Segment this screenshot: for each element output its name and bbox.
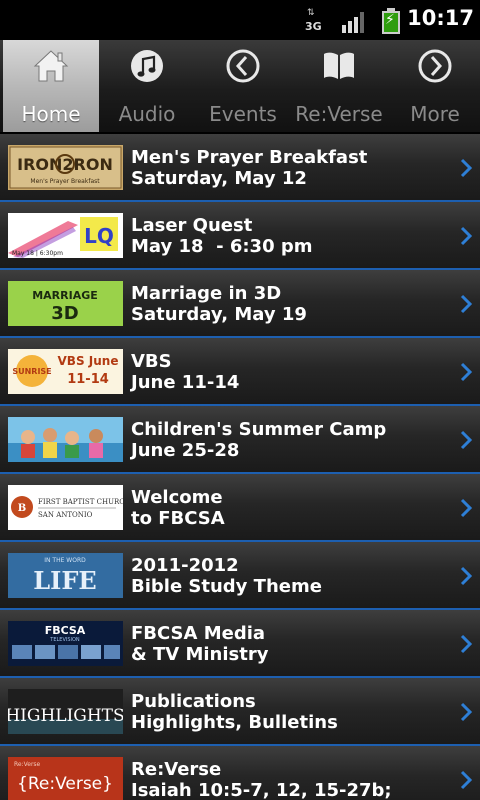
chevron-right-icon (460, 498, 472, 518)
svg-text:MARRIAGE: MARRIAGE (32, 289, 98, 302)
svg-text:Re:Verse: Re:Verse (14, 761, 41, 768)
tab-reverse-label: Re:Verse (295, 102, 383, 126)
list-item-publications[interactable]: HIGHLIGHTS Publications Highlights, Bull… (0, 678, 480, 746)
list-item-title: Children's Summer Camp June 25-28 (131, 419, 387, 461)
chevron-right-icon (460, 158, 472, 178)
tab-more-label: More (410, 102, 460, 126)
list-item-title: VBS June 11-14 (131, 351, 240, 393)
battery-charging-icon: ⚡ (382, 8, 400, 34)
list-item-vbs[interactable]: SUNRISE VBS June 11-14 VBS June 11-14 (0, 338, 480, 406)
svg-text:LQ: LQ (84, 224, 114, 248)
highlights-thumbnail: HIGHLIGHTS (8, 689, 123, 734)
svg-text:{Re:Verse}: {Re:Verse} (17, 774, 113, 794)
chevron-right-icon (460, 362, 472, 382)
summer-camp-thumbnail (8, 417, 123, 462)
list-item-fbcsa-media[interactable]: FBCSA TELEVISION FBCSA Media & TV Minist… (0, 610, 480, 678)
list-item-reverse[interactable]: Re:Verse {Re:Verse} Re:Verse Isaiah 10:5… (0, 746, 480, 800)
tab-events-label: Events (209, 102, 277, 126)
more-chevron-icon (418, 49, 452, 83)
svg-text:Men's Prayer Breakfast: Men's Prayer Breakfast (30, 178, 100, 185)
chevron-right-icon (460, 634, 472, 654)
life-theme-thumbnail: IN THE WORD LIFE (8, 553, 123, 598)
svg-text:B: B (18, 503, 26, 514)
tab-audio-label: Audio (118, 102, 176, 126)
list-item-title: FBCSA Media & TV Ministry (131, 623, 269, 665)
chevron-right-icon (460, 226, 472, 246)
clock-icon (226, 49, 260, 83)
list-item-title: Marriage in 3D Saturday, May 19 (131, 283, 307, 325)
list-item-mens-prayer-breakfast[interactable]: IRON2RON Men's Prayer Breakfast Men's Pr… (0, 134, 480, 202)
tab-bar: Home Audio Events Re:Verse More (0, 40, 480, 134)
laser-quest-thumbnail: LQ May 18 | 6:30pm (8, 213, 123, 258)
svg-text:VBS June: VBS June (58, 354, 119, 368)
event-list: IRON2RON Men's Prayer Breakfast Men's Pr… (0, 134, 480, 800)
signal-strength-icon (342, 11, 368, 33)
marriage-3d-thumbnail: MARRIAGE 3D (8, 281, 123, 326)
reverse-thumbnail: Re:Verse {Re:Verse} (8, 757, 123, 800)
status-time: 10:17 (407, 6, 474, 30)
svg-text:SAN ANTONIO: SAN ANTONIO (38, 511, 93, 519)
list-item-title: Publications Highlights, Bulletins (131, 691, 338, 733)
list-item-title: Laser Quest May 18 - 6:30 pm (131, 215, 313, 257)
tab-more[interactable]: More (387, 40, 480, 132)
list-item-laser-quest[interactable]: LQ May 18 | 6:30pm Laser Quest May 18 - … (0, 202, 480, 270)
svg-text:LIFE: LIFE (33, 566, 96, 595)
tab-home[interactable]: Home (3, 40, 99, 132)
book-icon (324, 52, 354, 79)
network-3g-icon: ⇅ 3G (305, 8, 322, 34)
list-item-title: 2011-2012 Bible Study Theme (131, 555, 322, 597)
chevron-right-icon (460, 566, 472, 586)
list-item-marriage-3d[interactable]: MARRIAGE 3D Marriage in 3D Saturday, May… (0, 270, 480, 338)
svg-text:May 18 | 6:30pm: May 18 | 6:30pm (12, 250, 63, 257)
status-bar: ⇅ 3G ⚡ 10:17 (0, 0, 480, 40)
chevron-right-icon (460, 430, 472, 450)
svg-text:IN THE WORD: IN THE WORD (44, 557, 86, 564)
chevron-right-icon (460, 770, 472, 790)
music-note-icon (131, 50, 163, 82)
svg-text:SUNRISE: SUNRISE (12, 367, 51, 376)
svg-text:3D: 3D (51, 303, 78, 324)
tab-events[interactable]: Events (195, 40, 291, 132)
tab-home-label: Home (21, 102, 81, 126)
chevron-right-icon (460, 294, 472, 314)
fbcsa-tv-thumbnail: FBCSA TELEVISION (8, 621, 123, 666)
home-icon (33, 50, 69, 82)
list-item-bible-study-theme[interactable]: IN THE WORD LIFE 2011-2012 Bible Study T… (0, 542, 480, 610)
svg-text:FBCSA: FBCSA (45, 624, 86, 637)
mens-breakfast-thumbnail: IRON2RON Men's Prayer Breakfast (8, 145, 123, 190)
svg-text:IRON2RON: IRON2RON (17, 155, 113, 174)
list-item-welcome[interactable]: B FIRST BAPTIST CHURCH SAN ANTONIO Welco… (0, 474, 480, 542)
list-item-childrens-summer-camp[interactable]: Children's Summer Camp June 25-28 (0, 406, 480, 474)
vbs-thumbnail: SUNRISE VBS June 11-14 (8, 349, 123, 394)
svg-text:TELEVISION: TELEVISION (49, 637, 80, 643)
tab-reverse[interactable]: Re:Verse (291, 40, 387, 132)
svg-text:HIGHLIGHTS: HIGHLIGHTS (8, 706, 123, 726)
tab-audio[interactable]: Audio (99, 40, 195, 132)
fbcsa-logo-thumbnail: B FIRST BAPTIST CHURCH SAN ANTONIO (8, 485, 123, 530)
list-item-title: Men's Prayer Breakfast Saturday, May 12 (131, 147, 368, 189)
chevron-right-icon (460, 702, 472, 722)
svg-text:11-14: 11-14 (67, 372, 109, 387)
list-item-title: Welcome to FBCSA (131, 487, 225, 529)
svg-text:FIRST BAPTIST CHURCH: FIRST BAPTIST CHURCH (38, 498, 123, 506)
list-item-title: Re:Verse Isaiah 10:5-7, 12, 15-27b; (131, 759, 392, 800)
